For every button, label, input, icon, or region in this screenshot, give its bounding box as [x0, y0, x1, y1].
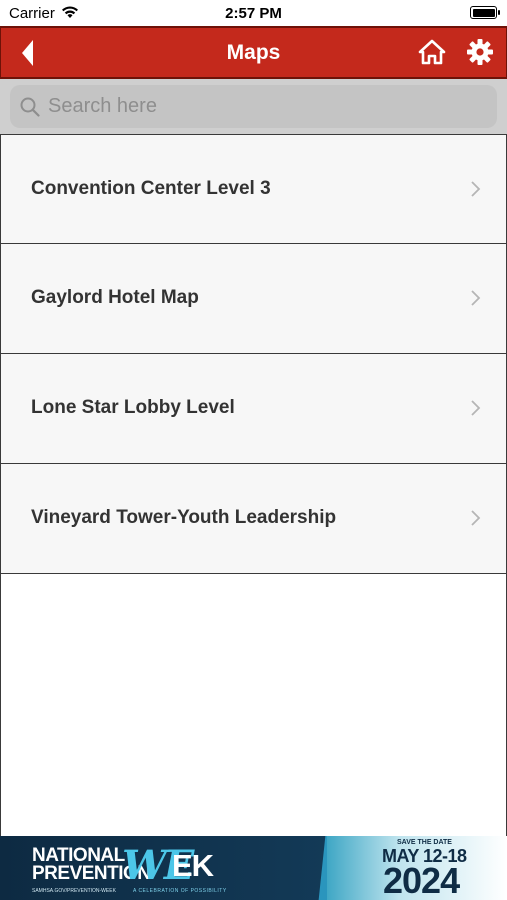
- search-box[interactable]: [10, 85, 497, 128]
- gear-icon[interactable]: [466, 38, 494, 66]
- chevron-right-icon: [470, 398, 482, 418]
- banner-save-the-date: SAVE THE DATE: [397, 839, 452, 846]
- banner-ek: EK: [172, 848, 214, 883]
- banner-url: SAMHSA.GOV/PREVENTION-WEEK: [32, 888, 116, 894]
- list-item-label: Gaylord Hotel Map: [31, 287, 199, 308]
- chevron-right-icon: [470, 508, 482, 528]
- search-bar: [0, 79, 507, 134]
- maps-list: Convention Center Level 3 Gaylord Hotel …: [0, 134, 507, 574]
- list-item[interactable]: Convention Center Level 3: [0, 134, 507, 244]
- search-input[interactable]: [48, 91, 478, 122]
- list-item[interactable]: Vineyard Tower-Youth Leadership: [0, 464, 507, 574]
- chevron-right-icon: [470, 288, 482, 308]
- empty-area: [0, 574, 507, 836]
- list-item-label: Convention Center Level 3: [31, 178, 271, 199]
- nav-bar: Maps: [0, 26, 507, 79]
- search-icon: [20, 97, 40, 117]
- list-item-label: Vineyard Tower-Youth Leadership: [31, 507, 337, 528]
- banner-tagline: A CELEBRATION OF POSSIBILITY: [133, 888, 227, 894]
- battery-icon: [470, 6, 500, 19]
- clock: 2:57 PM: [225, 5, 282, 22]
- banner-year: 2024: [383, 860, 460, 900]
- list-item[interactable]: Gaylord Hotel Map: [0, 244, 507, 354]
- list-item-label: Lone Star Lobby Level: [31, 397, 235, 418]
- list-item[interactable]: Lone Star Lobby Level: [0, 354, 507, 464]
- ad-banner[interactable]: NATIONAL PREVENTION WE EK SAMHSA.GOV/PRE…: [0, 836, 507, 900]
- home-icon[interactable]: [418, 38, 446, 66]
- chevron-right-icon: [470, 179, 482, 199]
- status-bar: Carrier 2:57 PM: [0, 0, 507, 26]
